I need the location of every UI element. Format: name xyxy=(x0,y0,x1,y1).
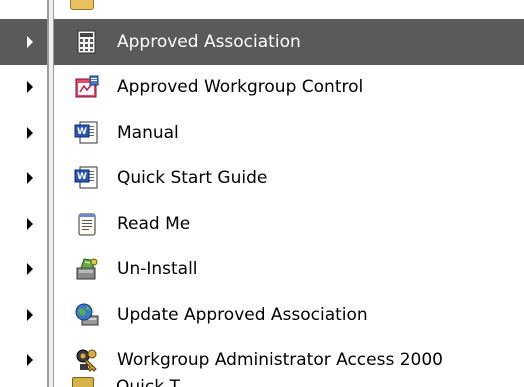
menu-item-label: Quick Start Guide xyxy=(117,168,268,189)
menu-item-un-install[interactable]: Un-Install xyxy=(0,247,524,293)
submenu-arrow-icon xyxy=(27,172,33,185)
form-window-icon xyxy=(75,75,99,98)
menu-item-label: Approved Workgroup Control xyxy=(117,77,364,98)
menu-item-label: Update Approved Association xyxy=(117,304,368,325)
menu-item-approved-association[interactable]: Approved Association xyxy=(0,19,524,65)
access-keys-icon xyxy=(76,349,97,372)
menu-item-quick-start-guide[interactable]: W Quick Start Guide xyxy=(0,156,524,202)
calculator-doc-icon xyxy=(77,30,96,54)
uninstall-icon xyxy=(76,258,98,280)
word-document-icon: W xyxy=(74,121,98,144)
menu-item-read-me[interactable]: Read Me xyxy=(0,201,524,247)
folder-icon xyxy=(72,377,94,387)
menu-item-manual[interactable]: W Manual xyxy=(0,110,524,156)
menu-item-update-approved-association[interactable]: Update Approved Association xyxy=(0,292,524,338)
submenu-arrow-icon xyxy=(27,81,33,94)
menu-item-label: Un-Install xyxy=(117,259,198,280)
submenu-arrow-icon xyxy=(27,263,33,276)
menu-item-label: Quick T... xyxy=(116,377,195,387)
menu-item-label: Read Me xyxy=(117,213,191,234)
program-list: Approved Association Approved Workgroup … xyxy=(0,19,524,383)
menu-item-approved-workgroup-control[interactable]: Approved Workgroup Control xyxy=(0,65,524,111)
word-document-icon: W xyxy=(74,166,98,189)
update-globe-icon xyxy=(75,303,99,326)
menu-item-label: Manual xyxy=(117,122,179,143)
submenu-arrow-icon xyxy=(27,354,33,367)
menu-divider xyxy=(47,0,54,387)
submenu-arrow-icon xyxy=(27,308,33,321)
svg-text:W: W xyxy=(77,127,87,137)
menu-item-label: Approved Association xyxy=(117,31,301,52)
start-menu-submenu: Approved Association Approved Workgroup … xyxy=(0,0,524,387)
submenu-arrow-icon xyxy=(27,217,33,230)
notepad-icon xyxy=(78,213,96,236)
menu-item-partial[interactable]: Quick T... xyxy=(72,377,292,387)
svg-text:W: W xyxy=(77,172,87,182)
submenu-arrow-icon xyxy=(27,35,33,48)
folder-icon xyxy=(70,0,94,10)
menu-item-label: Workgroup Administrator Access 2000 xyxy=(117,350,443,371)
submenu-arrow-icon xyxy=(27,126,33,139)
